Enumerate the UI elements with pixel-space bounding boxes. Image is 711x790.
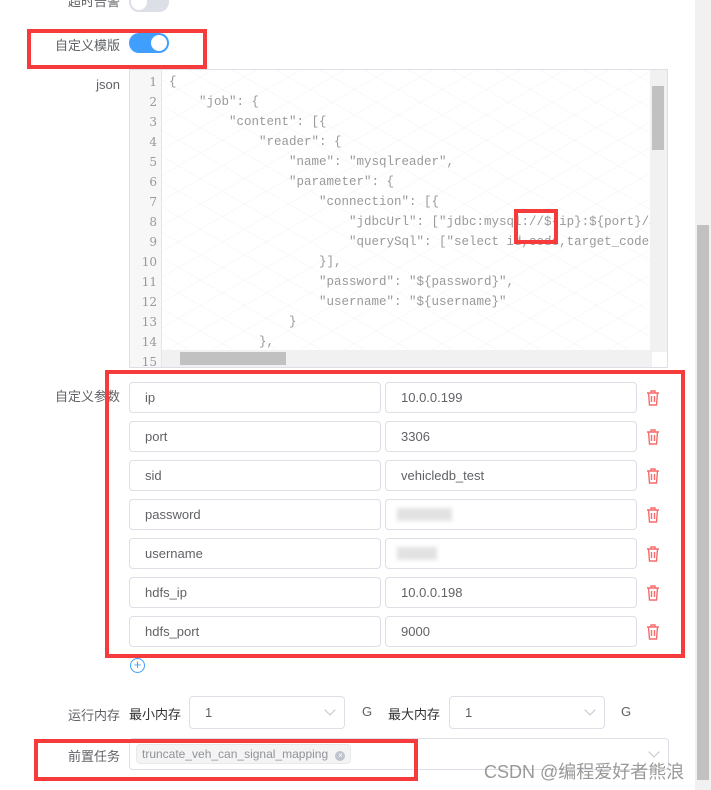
line-number: 15 <box>141 355 157 368</box>
annotation-box <box>27 29 207 69</box>
code-line: "name": "mysqlreader", <box>169 155 455 169</box>
max-memory-select[interactable]: 1 <box>449 696 605 729</box>
max-memory-unit: G <box>621 704 632 719</box>
chevron-down-icon <box>324 704 336 716</box>
min-memory-select[interactable]: 1 <box>189 696 345 729</box>
min-memory-unit: G <box>362 704 373 719</box>
line-number: 12 <box>141 295 157 309</box>
chevron-down-icon <box>648 746 660 758</box>
json-label: json <box>96 77 120 92</box>
line-number: 10 <box>141 255 157 269</box>
page-scrollbar[interactable] <box>695 0 711 790</box>
json-editor[interactable]: 1 2 3 4 5 6 7 8 9 10 11 12 13 14 15 { "job": { "conten… <box>129 69 668 368</box>
code-line: "reader": { <box>169 135 342 149</box>
line-number: 3 <box>149 115 157 129</box>
line-number: 2 <box>149 95 157 109</box>
line-number: 7 <box>149 195 157 209</box>
code-line: { <box>169 75 177 89</box>
line-number: 11 <box>141 275 157 289</box>
line-number: 1 <box>149 75 157 89</box>
custom-params-label: 自定义参数 <box>54 389 120 404</box>
add-param-button[interactable]: + <box>130 658 145 673</box>
code-line: "job": { <box>169 95 260 109</box>
code-line: }], <box>169 255 342 269</box>
line-number: 13 <box>141 315 157 329</box>
code-line: "content": [{ <box>169 115 327 129</box>
watermark: CSDN @编程爱好者熊浪 <box>484 762 685 782</box>
annotation-box <box>105 370 685 658</box>
timeout-alarm-label: 超时告警 <box>67 0 120 9</box>
timeout-alarm-switch[interactable] <box>129 0 169 12</box>
memory-label: 运行内存 <box>67 708 120 723</box>
min-memory-label: 最小内存 <box>129 707 182 722</box>
line-gutter: 1 2 3 4 5 6 7 8 9 10 11 12 13 14 15 <box>130 70 162 367</box>
code-line: "username": "${username}" <box>169 295 507 309</box>
code-line: "querySql": ["select id,code,target_code… <box>169 235 668 249</box>
chevron-down-icon <box>584 704 596 716</box>
annotation-box <box>514 209 558 244</box>
code-line: "connection": [{ <box>169 195 440 209</box>
line-number: 4 <box>149 135 157 149</box>
vertical-scrollbar[interactable] <box>650 70 667 352</box>
line-number: 5 <box>149 155 157 169</box>
code-line: "jdbcUrl": ["jdbc:mysql://${ip}:${port}/… <box>169 215 668 229</box>
code-line: "parameter": { <box>169 175 395 189</box>
horizontal-scrollbar[interactable] <box>162 350 652 367</box>
line-number: 14 <box>141 335 157 349</box>
max-memory-label: 最大内存 <box>388 707 441 722</box>
code-line: } <box>169 315 297 329</box>
code-line: "password": "${password}", <box>169 275 515 289</box>
line-number: 9 <box>149 235 157 249</box>
line-number: 8 <box>149 215 157 229</box>
line-number: 6 <box>149 175 157 189</box>
annotation-box <box>34 739 418 781</box>
code-line: }, <box>169 335 275 349</box>
